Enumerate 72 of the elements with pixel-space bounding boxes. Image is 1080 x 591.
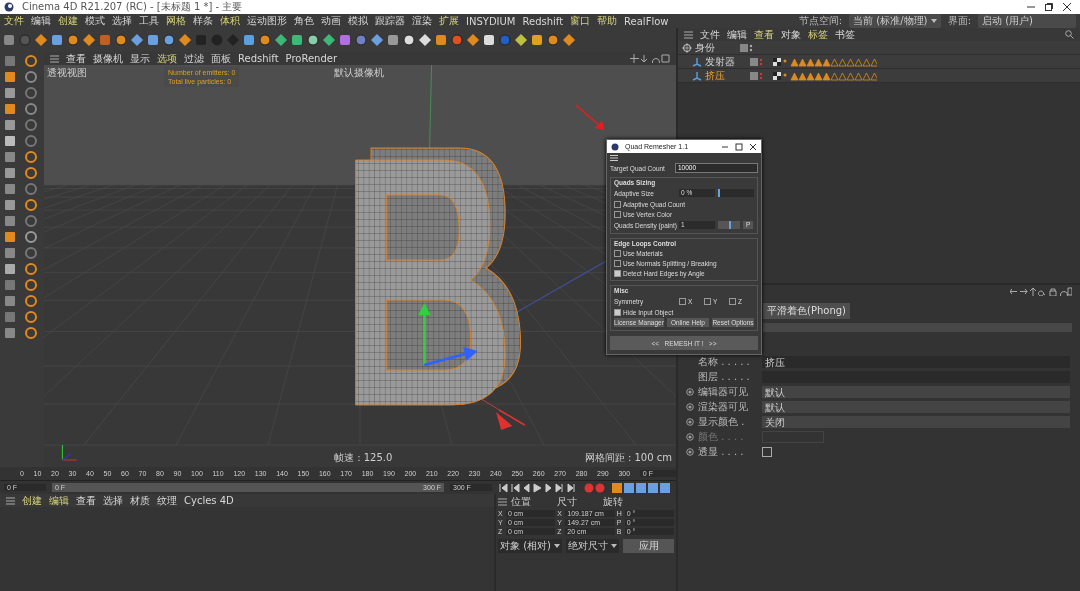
node-space-label: 节点空间: bbox=[798, 14, 843, 28]
view-name: 透视视图 bbox=[47, 66, 87, 80]
grid-spacing-text: 网格间距 : 100 cm bbox=[584, 451, 672, 465]
field-label: 透显 . . . . bbox=[698, 444, 745, 459]
menu-item[interactable]: 文件 bbox=[4, 14, 24, 28]
column-header: 尺寸 bbox=[557, 494, 578, 509]
menu-item[interactable]: 编辑 bbox=[31, 14, 51, 28]
field-label: 图层 . . . . . bbox=[698, 369, 751, 384]
menu-item[interactable]: 查看 bbox=[76, 493, 96, 508]
menu-item[interactable]: 运动图形 bbox=[247, 14, 287, 28]
menu-item[interactable]: Cycles 4D bbox=[184, 495, 234, 506]
menu-item[interactable]: 跟踪器 bbox=[375, 14, 405, 28]
dropdown[interactable]: 关闭 bbox=[762, 415, 1070, 428]
node-space-dropdown[interactable]: 当前 (标准/物理) bbox=[849, 14, 941, 28]
menu-item[interactable]: 渲染 bbox=[412, 14, 432, 28]
menu-item[interactable]: 查看 bbox=[66, 51, 86, 66]
menu-item[interactable]: 扩展 bbox=[439, 14, 459, 28]
menu-item[interactable]: 窗口 bbox=[570, 14, 591, 28]
menu-item[interactable]: ProRender bbox=[285, 53, 338, 64]
menu-item[interactable]: 摄像机 bbox=[93, 51, 123, 66]
menu-item[interactable]: 动画 bbox=[321, 14, 341, 28]
menu-item[interactable]: 文件 bbox=[700, 27, 720, 42]
menu-item[interactable]: INSYDIUM bbox=[466, 15, 516, 27]
column-header: 旋转 bbox=[603, 494, 624, 509]
apply-button[interactable]: 应用 bbox=[623, 539, 674, 553]
menu-item[interactable]: 模拟 bbox=[348, 14, 368, 28]
object-name[interactable]: 挤压 bbox=[705, 68, 747, 83]
field-label: 名称 . . . . . bbox=[698, 354, 751, 369]
menu-item[interactable]: Redshift bbox=[238, 53, 279, 64]
menu-item[interactable]: 选项 bbox=[157, 51, 177, 66]
layout-dropdown[interactable]: 启动 (用户) bbox=[978, 14, 1076, 28]
menu-item[interactable]: 选择 bbox=[112, 14, 132, 28]
frame-rate-text: 帧速 : 125.0 bbox=[334, 451, 393, 465]
menu-item[interactable]: 工具 bbox=[139, 14, 159, 28]
menu-item[interactable]: 查看 bbox=[754, 27, 774, 42]
menu-item[interactable]: 面板 bbox=[211, 51, 231, 66]
layout-label: 界面: bbox=[947, 14, 971, 28]
mode-dropdown[interactable]: 对象 (相对) bbox=[498, 539, 563, 553]
menu-item[interactable]: 对象 bbox=[781, 27, 801, 42]
camera-name[interactable]: 默认摄像机 bbox=[334, 66, 384, 80]
menu-item[interactable]: 创建 bbox=[58, 14, 78, 28]
menu-item[interactable]: RealFlow bbox=[624, 15, 669, 27]
field-label: 渲染器可见 bbox=[698, 399, 749, 414]
menu-item[interactable]: 标签 bbox=[808, 27, 828, 42]
mode-dropdown[interactable]: 绝对尺寸 bbox=[566, 539, 620, 553]
menu-item[interactable]: 编辑 bbox=[49, 493, 69, 508]
menu-item[interactable]: 显示 bbox=[130, 51, 150, 66]
text-field[interactable]: 挤压 bbox=[762, 355, 1070, 368]
menu-item[interactable]: Redshift bbox=[522, 15, 564, 27]
menu-item[interactable]: 帮助 bbox=[597, 14, 618, 28]
menu-item[interactable]: 样条 bbox=[193, 14, 213, 28]
window-title: Cinema 4D R21.207 (RC) - [未标题 1 *] - 主要 bbox=[22, 0, 243, 14]
menu-item[interactable]: 书签 bbox=[835, 27, 855, 42]
menu-item[interactable]: 角色 bbox=[294, 14, 314, 28]
menu-item[interactable]: 纹理 bbox=[157, 493, 177, 508]
menu-item[interactable]: 体积 bbox=[220, 14, 240, 28]
field-label: 颜色 . . . . bbox=[698, 429, 745, 444]
menu-item[interactable]: 编辑 bbox=[727, 27, 747, 42]
menu-item[interactable]: 过滤 bbox=[184, 51, 204, 66]
field-label: 编辑器可见 bbox=[698, 384, 749, 399]
object-name[interactable]: 身份 bbox=[695, 40, 737, 55]
menu-item[interactable]: 网格 bbox=[166, 14, 186, 28]
dropdown[interactable]: 默认 bbox=[762, 385, 1070, 398]
field-label: 显示颜色 . bbox=[698, 414, 746, 429]
phong-tab[interactable]: 平滑着色(Phong) bbox=[763, 303, 850, 319]
menu-item[interactable]: 选择 bbox=[103, 493, 123, 508]
menu-item[interactable]: 模式 bbox=[85, 14, 105, 28]
object-name[interactable]: 发射器 bbox=[705, 54, 747, 69]
dropdown[interactable]: 默认 bbox=[762, 400, 1070, 413]
menu-item[interactable]: 材质 bbox=[130, 493, 150, 508]
column-header: 位置 bbox=[511, 494, 532, 509]
menu-item[interactable]: 创建 bbox=[22, 493, 42, 508]
